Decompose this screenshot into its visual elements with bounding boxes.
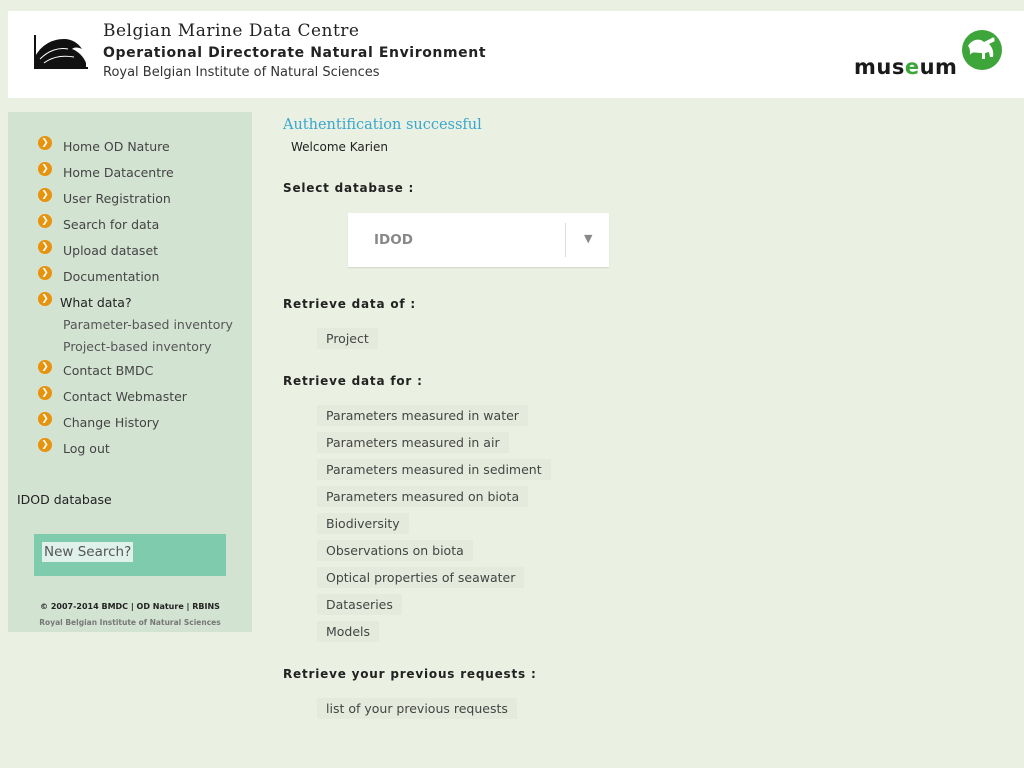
sidebar-item-contact-webmaster[interactable]: ❯ Contact Webmaster <box>38 386 187 406</box>
site-title: Belgian Marine Data Centre <box>103 21 360 41</box>
sidebar-item-label: Contact BMDC <box>63 363 154 378</box>
sidebar-item-label: What data? <box>60 295 132 310</box>
option-optical-properties[interactable]: Optical properties of seawater <box>317 567 525 588</box>
institute-footer-text: Royal Belgian Institute of Natural Scien… <box>39 618 221 627</box>
new-search-button[interactable]: New Search? <box>42 542 134 562</box>
chevron-right-circle-icon: ❯ <box>38 292 52 306</box>
option-biodiversity[interactable]: Biodiversity <box>317 513 409 534</box>
option-dataseries[interactable]: Dataseries <box>317 594 402 615</box>
directorate-title: Operational Directorate Natural Environm… <box>103 45 487 61</box>
sidebar-item-search-for-data[interactable]: ❯ Search for data <box>38 214 159 234</box>
sidebar-subitem-parameter-inventory[interactable]: Parameter-based inventory <box>63 317 233 332</box>
chevron-right-circle-icon: ❯ <box>38 438 52 452</box>
triangle-down-icon[interactable]: ▼ <box>584 232 592 245</box>
sidebar: ❯ Home OD Nature ❯ Home Datacentre ❯ Use… <box>8 112 252 632</box>
auth-status-message: Authentification successful <box>283 117 482 133</box>
sidebar-subitem-project-inventory[interactable]: Project-based inventory <box>63 339 211 354</box>
sidebar-item-log-out[interactable]: ❯ Log out <box>38 438 110 458</box>
option-parameters-water[interactable]: Parameters measured in water <box>317 405 528 426</box>
wave-logo-icon <box>34 35 88 69</box>
sidebar-item-label: Log out <box>63 441 110 456</box>
database-select[interactable]: IDOD ▼ <box>348 213 609 267</box>
sidebar-item-label: Documentation <box>63 269 160 284</box>
chevron-right-circle-icon: ❯ <box>38 412 52 426</box>
select-database-title: Select database : <box>283 181 415 195</box>
option-parameters-air[interactable]: Parameters measured in air <box>317 432 509 453</box>
chevron-right-circle-icon: ❯ <box>38 162 52 176</box>
chevron-right-circle-icon: ❯ <box>38 266 52 280</box>
chevron-right-circle-icon: ❯ <box>38 188 52 202</box>
option-models[interactable]: Models <box>317 621 380 642</box>
chevron-right-circle-icon: ❯ <box>38 214 52 228</box>
retrieve-data-for-title: Retrieve data for : <box>283 374 423 388</box>
copyright-text: © 2007-2014 BMDC | OD Nature | RBINS <box>40 602 220 611</box>
welcome-message: Welcome Karien <box>291 140 388 154</box>
sidebar-item-label: Home Datacentre <box>63 165 174 180</box>
new-search-panel: New Search? <box>34 534 226 576</box>
sidebar-item-contact-bmdc[interactable]: ❯ Contact BMDC <box>38 360 153 380</box>
option-parameters-biota[interactable]: Parameters measured on biota <box>317 486 529 507</box>
chevron-right-circle-icon: ❯ <box>38 386 52 400</box>
sidebar-item-label: Upload dataset <box>63 243 159 258</box>
option-observations-biota[interactable]: Observations on biota <box>317 540 473 561</box>
institute-title: Royal Belgian Institute of Natural Scien… <box>103 65 380 80</box>
sidebar-item-home-datacentre[interactable]: ❯ Home Datacentre <box>38 162 174 182</box>
database-select-value: IDOD <box>374 232 413 248</box>
page-header: Belgian Marine Data Centre Operational D… <box>8 11 1024 98</box>
previous-requests-link[interactable]: list of your previous requests <box>317 698 517 719</box>
sidebar-item-label: Contact Webmaster <box>63 389 187 404</box>
sidebar-item-change-history[interactable]: ❯ Change History <box>38 412 159 432</box>
sidebar-item-what-data[interactable]: ❯ What data? <box>38 292 132 312</box>
chevron-right-circle-icon: ❯ <box>38 240 52 254</box>
option-parameters-sediment[interactable]: Parameters measured in sediment <box>317 459 551 480</box>
sidebar-item-upload-dataset[interactable]: ❯ Upload dataset <box>38 240 158 260</box>
sidebar-item-label: User Registration <box>63 191 171 206</box>
select-divider <box>565 223 566 257</box>
museum-logo-text: museum <box>854 55 958 79</box>
sidebar-item-user-registration[interactable]: ❯ User Registration <box>38 188 171 208</box>
sidebar-item-home-od-nature[interactable]: ❯ Home OD Nature <box>38 136 170 156</box>
retrieve-data-of-title: Retrieve data of : <box>283 297 416 311</box>
previous-requests-title: Retrieve your previous requests : <box>283 667 537 681</box>
current-database-label: IDOD database <box>17 492 112 507</box>
option-project[interactable]: Project <box>317 328 378 349</box>
chevron-right-circle-icon: ❯ <box>38 360 52 374</box>
chevron-right-circle-icon: ❯ <box>38 136 52 150</box>
sidebar-item-documentation[interactable]: ❯ Documentation <box>38 266 159 286</box>
sidebar-item-label: Change History <box>63 415 160 430</box>
sidebar-item-label: Search for data <box>63 217 160 232</box>
sidebar-item-label: Home OD Nature <box>63 139 170 154</box>
